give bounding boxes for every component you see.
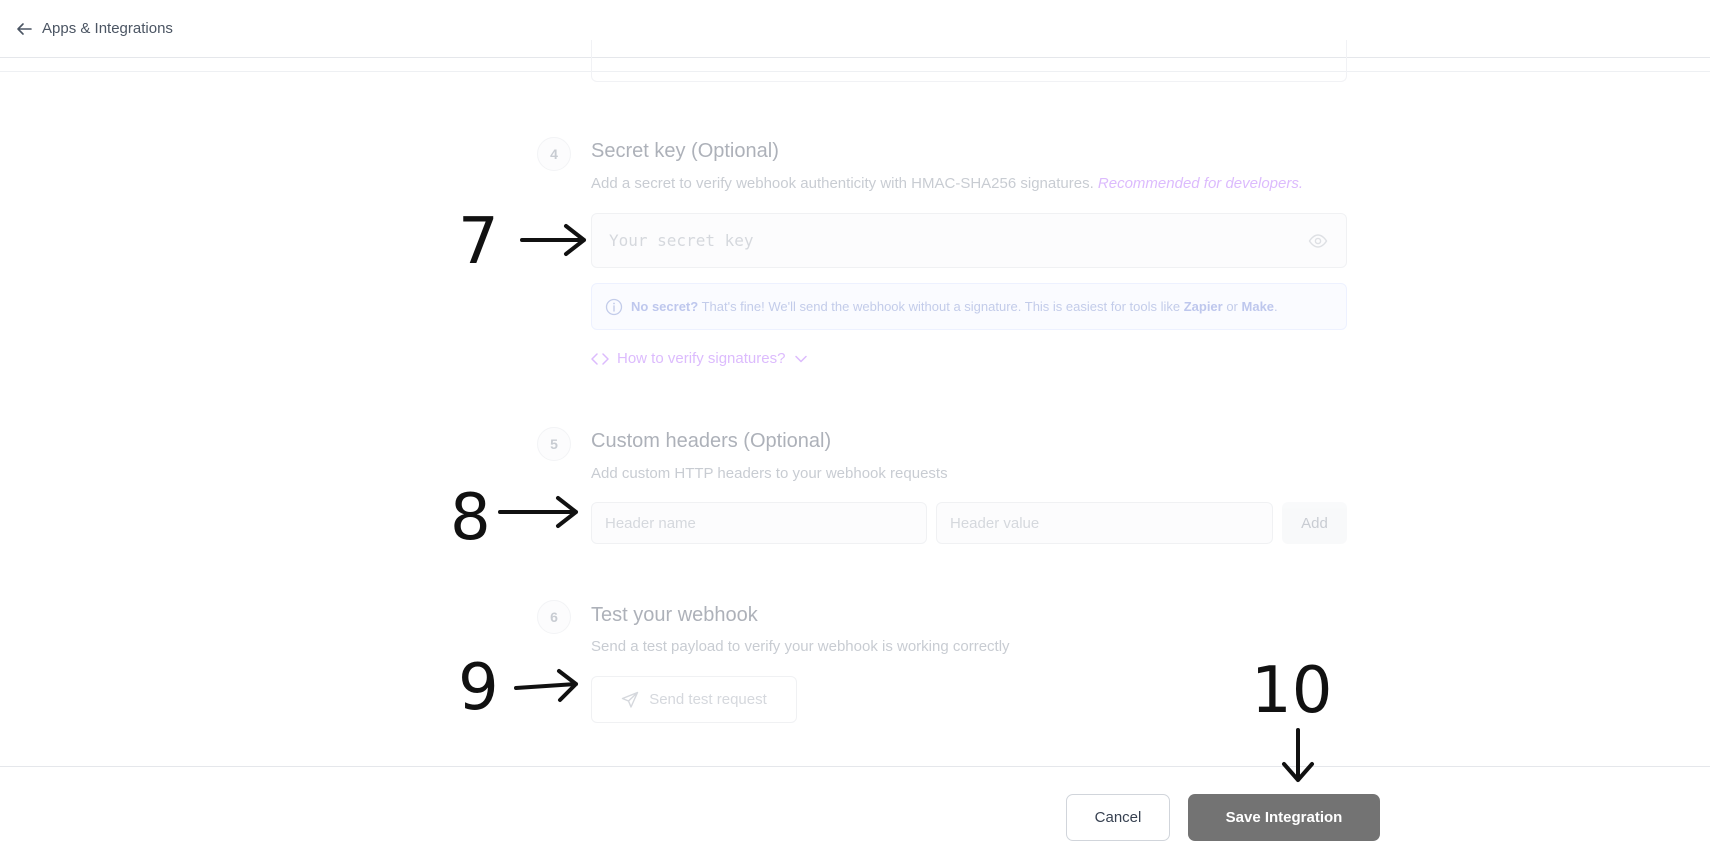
annotation-arrow-right-icon xyxy=(520,224,586,256)
back-link-label[interactable]: Apps & Integrations xyxy=(42,20,173,37)
annotation-arrow-down-icon xyxy=(1282,728,1314,782)
step-description: Send a test payload to verify your webho… xyxy=(591,638,1010,655)
eye-icon[interactable] xyxy=(1308,231,1328,256)
annotation-arrow-right-icon xyxy=(498,496,578,528)
send-test-request-button[interactable]: Send test request xyxy=(591,676,797,723)
previous-field-edge xyxy=(591,40,1347,82)
cancel-button[interactable]: Cancel xyxy=(1066,794,1170,841)
secret-key-input[interactable]: Your secret key xyxy=(591,213,1347,268)
step-title: Custom headers (Optional) xyxy=(591,430,832,452)
description-text: Add a secret to verify webhook authentic… xyxy=(591,175,1094,192)
annotation-number-8: 8 xyxy=(450,481,491,555)
annotation-arrow-right-icon xyxy=(514,669,578,702)
step-description: Add custom HTTP headers to your webhook … xyxy=(591,465,948,482)
info-tool-make: Make xyxy=(1241,299,1275,314)
header-name-input[interactable]: Header name xyxy=(591,502,927,544)
footer-bar xyxy=(0,766,1710,850)
header-value-placeholder: Header value xyxy=(950,514,1040,532)
step-description: Add a secret to verify webhook authentic… xyxy=(591,175,1303,192)
send-test-label: Send test request xyxy=(649,691,767,708)
step-number-badge: 6 xyxy=(537,600,571,634)
code-icon xyxy=(591,352,609,366)
info-end: . xyxy=(1274,299,1278,314)
step-number-badge: 5 xyxy=(537,427,571,461)
info-text: No secret? That's fine! We'll send the w… xyxy=(631,299,1278,314)
info-or: or xyxy=(1222,299,1242,314)
step-number-badge: 4 xyxy=(537,137,571,171)
add-header-button[interactable]: Add xyxy=(1282,502,1347,544)
annotation-number-9: 9 xyxy=(458,651,499,725)
annotation-number-10: 10 xyxy=(1251,654,1333,728)
verify-link-label[interactable]: How to verify signatures? xyxy=(617,350,785,367)
verify-signatures-toggle[interactable]: How to verify signatures? xyxy=(591,350,808,367)
step-title: Secret key (Optional) xyxy=(591,140,779,162)
annotation-number-7: 7 xyxy=(458,205,499,279)
chevron-down-icon xyxy=(795,355,808,363)
info-body: That's fine! We'll send the webhook with… xyxy=(698,299,1184,314)
header-value-input[interactable]: Header value xyxy=(936,502,1273,544)
header-name-placeholder: Header name xyxy=(605,514,696,532)
info-tool-zapier: Zapier xyxy=(1183,299,1223,314)
step-title: Test your webhook xyxy=(591,604,758,626)
info-lead: No secret? xyxy=(631,299,699,314)
recommendation-text: Recommended for developers. xyxy=(1097,175,1304,192)
no-secret-info-box: No secret? That's fine! We'll send the w… xyxy=(591,283,1347,330)
arrow-left-icon[interactable] xyxy=(14,19,34,39)
send-icon xyxy=(621,691,639,709)
info-icon xyxy=(605,298,623,316)
secret-key-placeholder: Your secret key xyxy=(609,231,754,250)
save-integration-button[interactable]: Save Integration xyxy=(1188,794,1380,841)
